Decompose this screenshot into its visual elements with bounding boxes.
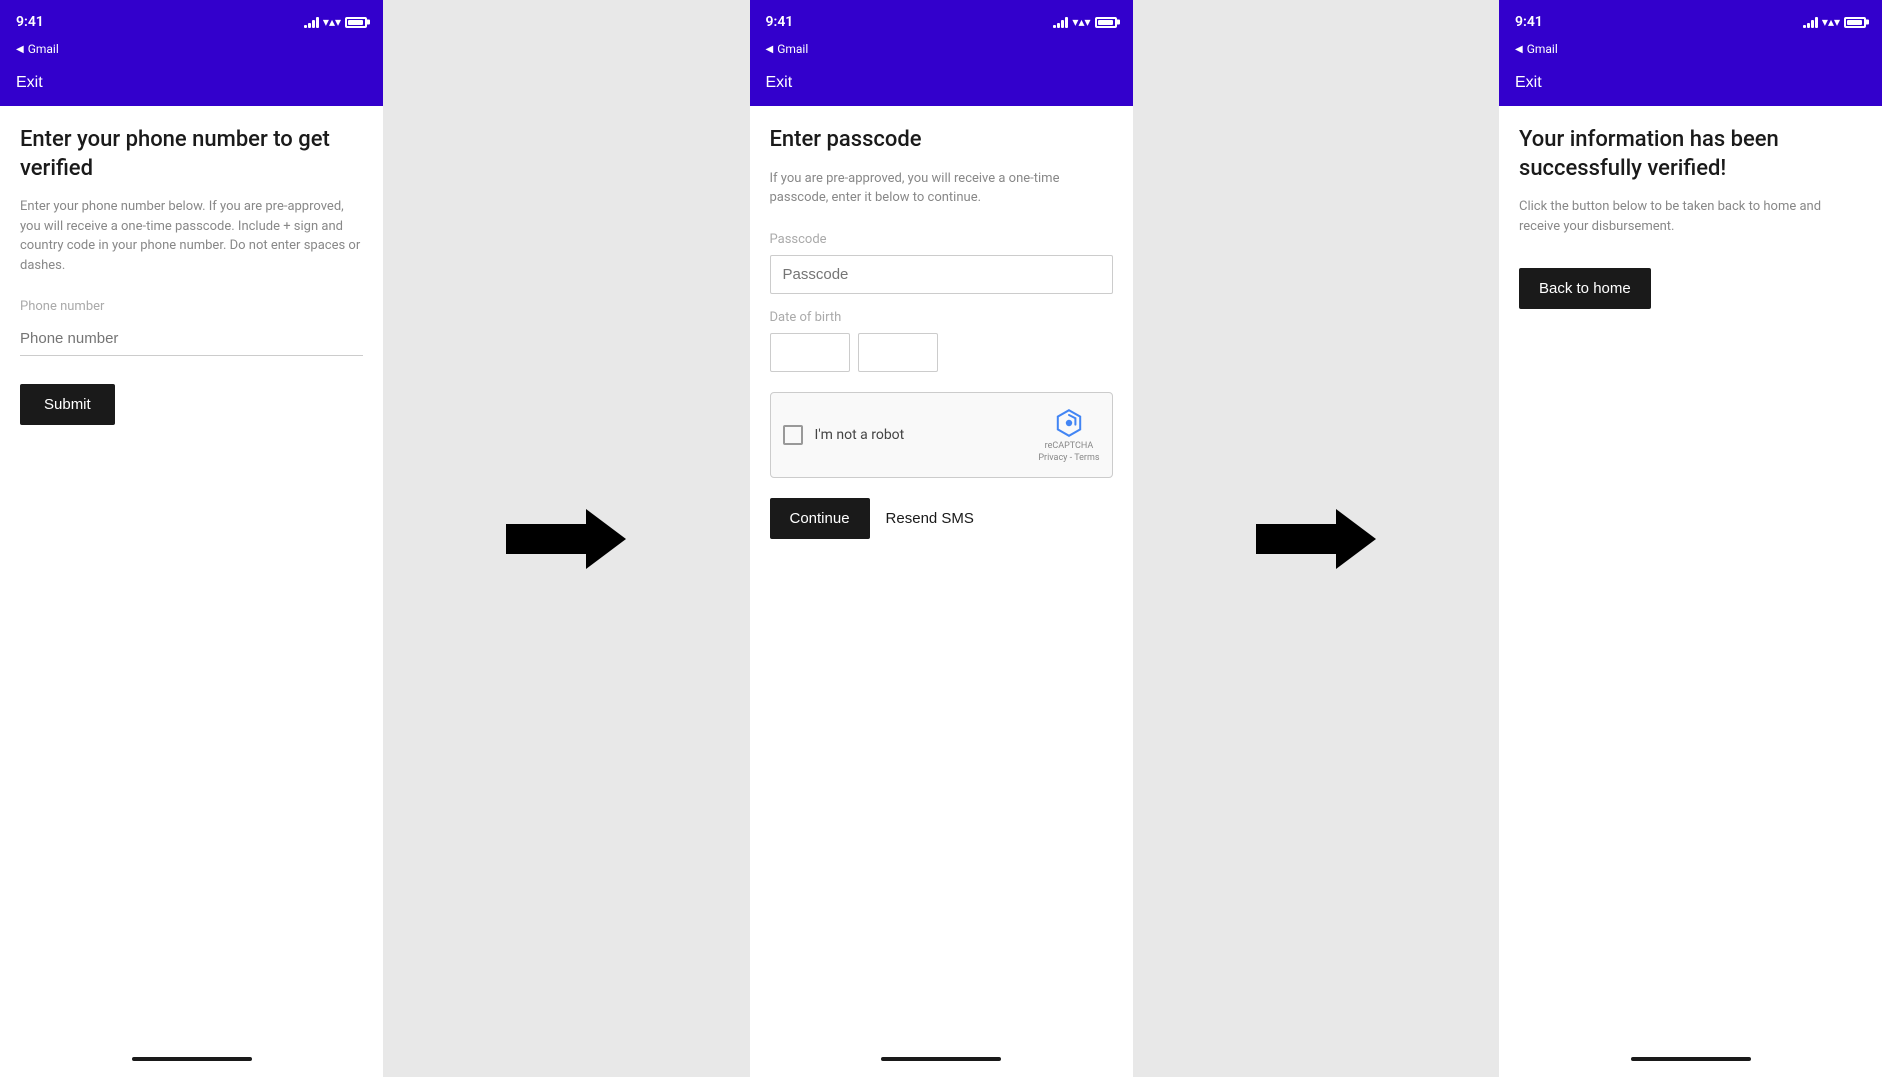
- bottom-bar-2: [750, 1047, 1133, 1077]
- content-1: Enter your phone number to get verified …: [0, 106, 383, 1047]
- phone-input[interactable]: [20, 322, 363, 356]
- header-2: Exit: [750, 62, 1133, 106]
- header-1: Exit: [0, 62, 383, 106]
- back-arrow-icon-3: ◀: [1515, 44, 1523, 55]
- recaptcha-icon: [1053, 407, 1085, 439]
- arrow-2: [1133, 0, 1500, 1077]
- phone-label: Phone number: [20, 299, 363, 314]
- battery-icon-2: [1095, 17, 1117, 28]
- passcode-label: Passcode: [770, 232, 1113, 247]
- exit-button-3[interactable]: Exit: [1515, 74, 1542, 92]
- dob-row: [770, 333, 1113, 372]
- status-time-3: 9:41: [1515, 14, 1543, 30]
- page-title-3: Your information has been successfully v…: [1519, 126, 1862, 183]
- back-arrow-icon-1: ◀: [16, 44, 24, 55]
- screen-3: 9:41 ▾▴▾ ◀ Gmail Exit Your information h…: [1499, 0, 1882, 1077]
- gmail-row-2: ◀ Gmail: [750, 40, 1133, 62]
- back-home-button[interactable]: Back to home: [1519, 268, 1651, 309]
- arrow-1: [383, 0, 750, 1077]
- wifi-icon-1: ▾▴▾: [323, 15, 341, 29]
- action-row: Continue Resend SMS: [770, 498, 1113, 539]
- passcode-input[interactable]: [770, 255, 1113, 294]
- captcha-terms-link[interactable]: Terms: [1074, 453, 1099, 463]
- signal-icon-1: [304, 16, 319, 28]
- gmail-row-3: ◀ Gmail: [1499, 40, 1882, 62]
- resend-button[interactable]: Resend SMS: [886, 510, 974, 527]
- content-2: Enter passcode If you are pre-approved, …: [750, 106, 1133, 1047]
- status-time-2: 9:41: [766, 14, 794, 30]
- page-title-1: Enter your phone number to get verified: [20, 126, 363, 183]
- battery-icon-3: [1844, 17, 1866, 28]
- bottom-bar-3: [1499, 1047, 1882, 1077]
- signal-icon-2: [1053, 16, 1068, 28]
- screen-1: 9:41 ▾▴▾ ◀ Gmail Exit Enter your phone n…: [0, 0, 383, 1077]
- gmail-label-2: Gmail: [777, 42, 808, 56]
- exit-button-1[interactable]: Exit: [16, 74, 43, 92]
- status-icons-2: ▾▴▾: [1053, 15, 1116, 29]
- header-3: Exit: [1499, 62, 1882, 106]
- captcha-brand-text: reCAPTCHA: [1045, 441, 1094, 452]
- captcha-logo: reCAPTCHA Privacy - Terms: [1038, 407, 1099, 464]
- status-time-1: 9:41: [16, 14, 44, 30]
- flow-arrow-2: [1256, 509, 1376, 569]
- flow-arrow-1: [506, 509, 626, 569]
- screen-2: 9:41 ▾▴▾ ◀ Gmail Exit Enter passcode If …: [750, 0, 1133, 1077]
- captcha-label: I'm not a robot: [815, 427, 905, 443]
- status-icons-1: ▾▴▾: [304, 15, 367, 29]
- gmail-label-1: Gmail: [28, 42, 59, 56]
- captcha-checkbox[interactable]: [783, 425, 803, 445]
- status-bar-3: 9:41 ▾▴▾: [1499, 0, 1882, 40]
- continue-button[interactable]: Continue: [770, 498, 870, 539]
- home-indicator-1: [132, 1057, 252, 1061]
- page-desc-3: Click the button below to be taken back …: [1519, 197, 1862, 236]
- page-desc-1: Enter your phone number below. If you ar…: [20, 197, 363, 275]
- wifi-icon-2: ▾▴▾: [1072, 15, 1090, 29]
- dob-input-2[interactable]: [858, 333, 938, 372]
- wifi-icon-3: ▾▴▾: [1822, 15, 1840, 29]
- content-3: Your information has been successfully v…: [1499, 106, 1882, 1047]
- bottom-bar-1: [0, 1047, 383, 1077]
- dob-input-1[interactable]: [770, 333, 850, 372]
- status-bar-2: 9:41 ▾▴▾: [750, 0, 1133, 40]
- submit-button[interactable]: Submit: [20, 384, 115, 425]
- dob-label: Date of birth: [770, 310, 1113, 325]
- back-arrow-icon-2: ◀: [766, 44, 774, 55]
- status-bar-1: 9:41 ▾▴▾: [0, 0, 383, 40]
- signal-icon-3: [1803, 16, 1818, 28]
- home-indicator-3: [1631, 1057, 1751, 1061]
- captcha-widget[interactable]: I'm not a robot reCAPTCHA Privacy - Term…: [770, 392, 1113, 479]
- home-indicator-2: [881, 1057, 1001, 1061]
- page-desc-2: If you are pre-approved, you will receiv…: [770, 169, 1113, 208]
- status-icons-3: ▾▴▾: [1803, 15, 1866, 29]
- exit-button-2[interactable]: Exit: [766, 74, 793, 92]
- battery-icon-1: [345, 17, 367, 28]
- gmail-label-3: Gmail: [1527, 42, 1558, 56]
- page-title-2: Enter passcode: [770, 126, 1113, 155]
- captcha-privacy-link[interactable]: Privacy: [1038, 453, 1067, 463]
- captcha-left: I'm not a robot: [783, 425, 905, 445]
- gmail-row-1: ◀ Gmail: [0, 40, 383, 62]
- captcha-links: Privacy - Terms: [1038, 453, 1099, 463]
